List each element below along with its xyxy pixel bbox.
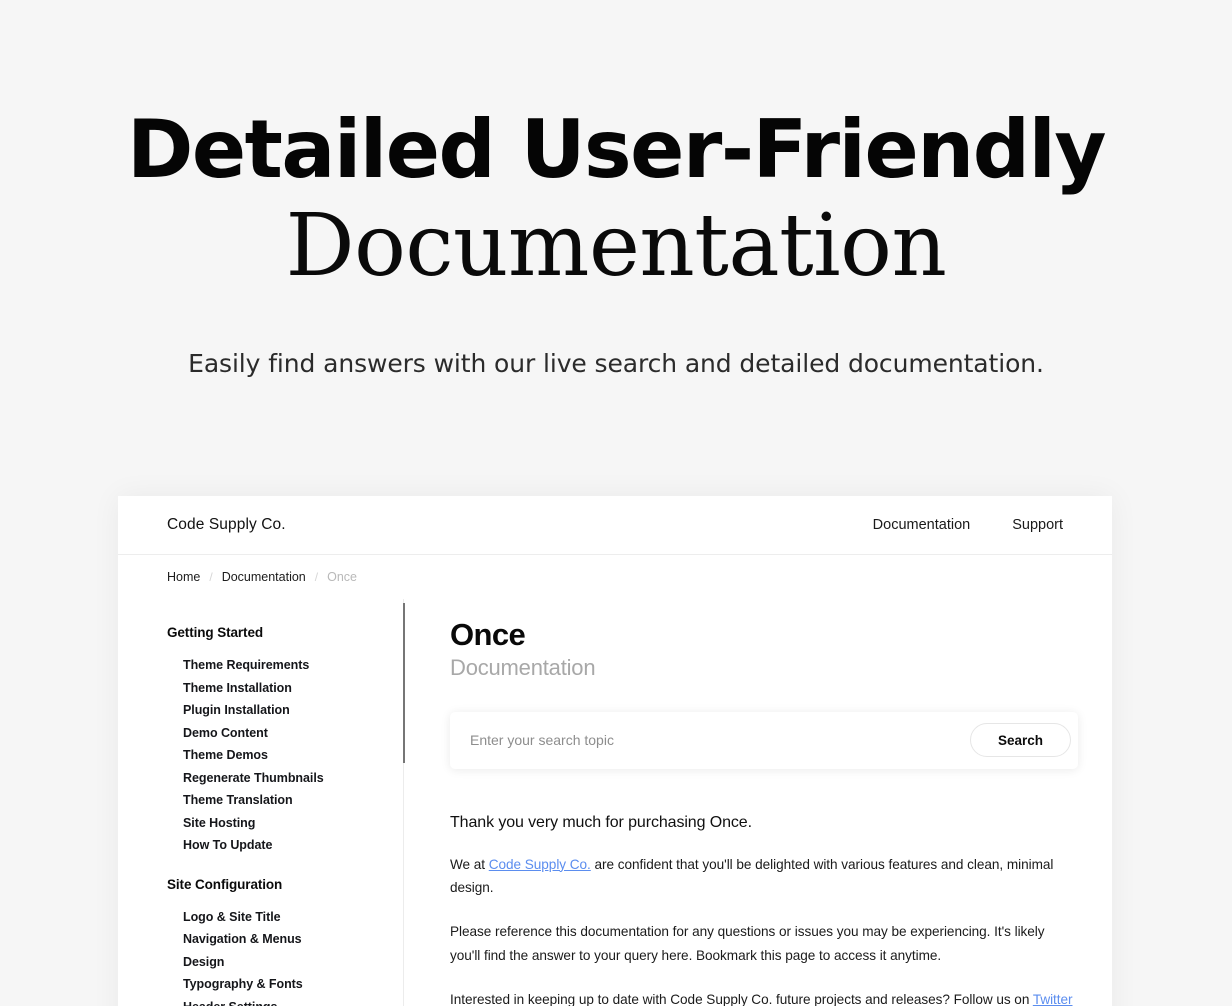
sidebar-list: Theme Requirements Theme Installation Pl… xyxy=(167,654,404,857)
sidebar-item-demo-content[interactable]: Demo Content xyxy=(183,722,404,745)
sidebar-scroll-thumb[interactable] xyxy=(403,603,405,763)
documentation-card: Code Supply Co. Documentation Support Ho… xyxy=(118,496,1112,1006)
hero-section: Detailed User-Friendly Documentation Eas… xyxy=(0,0,1232,378)
nav-link-support[interactable]: Support xyxy=(1012,517,1063,533)
primary-nav: Documentation Support xyxy=(873,517,1063,533)
sidebar-list: Logo & Site Title Navigation & Menus Des… xyxy=(167,906,404,1006)
sidebar-item-theme-requirements[interactable]: Theme Requirements xyxy=(183,654,404,677)
sidebar-item-theme-translation[interactable]: Theme Translation xyxy=(183,789,404,812)
sidebar-item-navigation-menus[interactable]: Navigation & Menus xyxy=(183,928,404,951)
sidebar-item-typography-fonts[interactable]: Typography & Fonts xyxy=(183,973,404,996)
sidebar-section-site-configuration: Site Configuration Logo & Site Title Nav… xyxy=(167,877,404,1006)
breadcrumb-separator: / xyxy=(209,570,213,584)
sidebar-item-theme-installation[interactable]: Theme Installation xyxy=(183,677,404,700)
sidebar-item-regenerate-thumbnails[interactable]: Regenerate Thumbnails xyxy=(183,767,404,790)
sidebar-nav: Getting Started Theme Requirements Theme… xyxy=(118,599,405,1006)
hero-title-line-1: Detailed User-Friendly xyxy=(126,103,1107,196)
article-lead: Thank you very much for purchasing Once. xyxy=(450,813,752,831)
breadcrumb-item-home[interactable]: Home xyxy=(167,570,200,584)
brand-logo[interactable]: Code Supply Co. xyxy=(167,516,286,534)
article-paragraph-3: Please reference this documentation for … xyxy=(450,924,1045,963)
search-bar: Search xyxy=(450,711,1078,769)
article-paragraph-4: Interested in keeping up to date with Co… xyxy=(450,988,1078,1006)
sidebar-item-design[interactable]: Design xyxy=(183,951,404,974)
sidebar-item-header-settings[interactable]: Header Settings xyxy=(183,996,404,1006)
article-paragraph-2: We at Code Supply Co. are confident that… xyxy=(450,853,1078,900)
hero-title: Detailed User-Friendly Documentation xyxy=(0,104,1232,299)
nav-link-documentation[interactable]: Documentation xyxy=(873,517,971,533)
sidebar-section-title: Site Configuration xyxy=(167,876,283,892)
link-twitter[interactable]: Twitter xyxy=(1033,992,1073,1006)
sidebar-item-how-to-update[interactable]: How To Update xyxy=(183,834,404,857)
page-root: Detailed User-Friendly Documentation Eas… xyxy=(0,0,1232,1006)
link-code-supply-co[interactable]: Code Supply Co. xyxy=(489,857,591,872)
hero-subtitle: Easily find answers with our live search… xyxy=(188,348,1044,378)
breadcrumb-separator: / xyxy=(314,570,319,584)
site-header: Code Supply Co. Documentation Support xyxy=(118,496,1112,555)
sidebar-item-site-hosting[interactable]: Site Hosting xyxy=(183,812,404,835)
article-body: Thank you very much for purchasing Once.… xyxy=(450,814,1078,1006)
sidebar-item-logo-site-title[interactable]: Logo & Site Title xyxy=(183,906,404,929)
sidebar-item-theme-demos[interactable]: Theme Demos xyxy=(183,744,404,767)
hero-title-line-2: Documentation xyxy=(285,196,947,296)
sidebar-section-title: Getting Started xyxy=(167,625,264,640)
sidebar-section-getting-started: Getting Started Theme Requirements Theme… xyxy=(167,625,404,857)
paragraph-text: Interested in keeping up to date with Co… xyxy=(450,992,1033,1006)
search-button[interactable]: Search xyxy=(969,723,1071,758)
page-title: Once xyxy=(450,617,526,652)
content-area: Getting Started Theme Requirements Theme… xyxy=(118,599,1112,1006)
breadcrumb-item-documentation[interactable]: Documentation xyxy=(222,570,306,584)
main-content: Once Documentation Search Thank you very… xyxy=(404,599,1112,1006)
page-subtitle: Documentation xyxy=(450,654,596,680)
search-input[interactable] xyxy=(464,732,970,749)
sidebar-item-plugin-installation[interactable]: Plugin Installation xyxy=(183,699,404,722)
breadcrumb-item-once: Once xyxy=(327,570,357,584)
paragraph-text: We at xyxy=(450,856,489,872)
breadcrumb: Home / Documentation / Once xyxy=(118,555,1112,599)
